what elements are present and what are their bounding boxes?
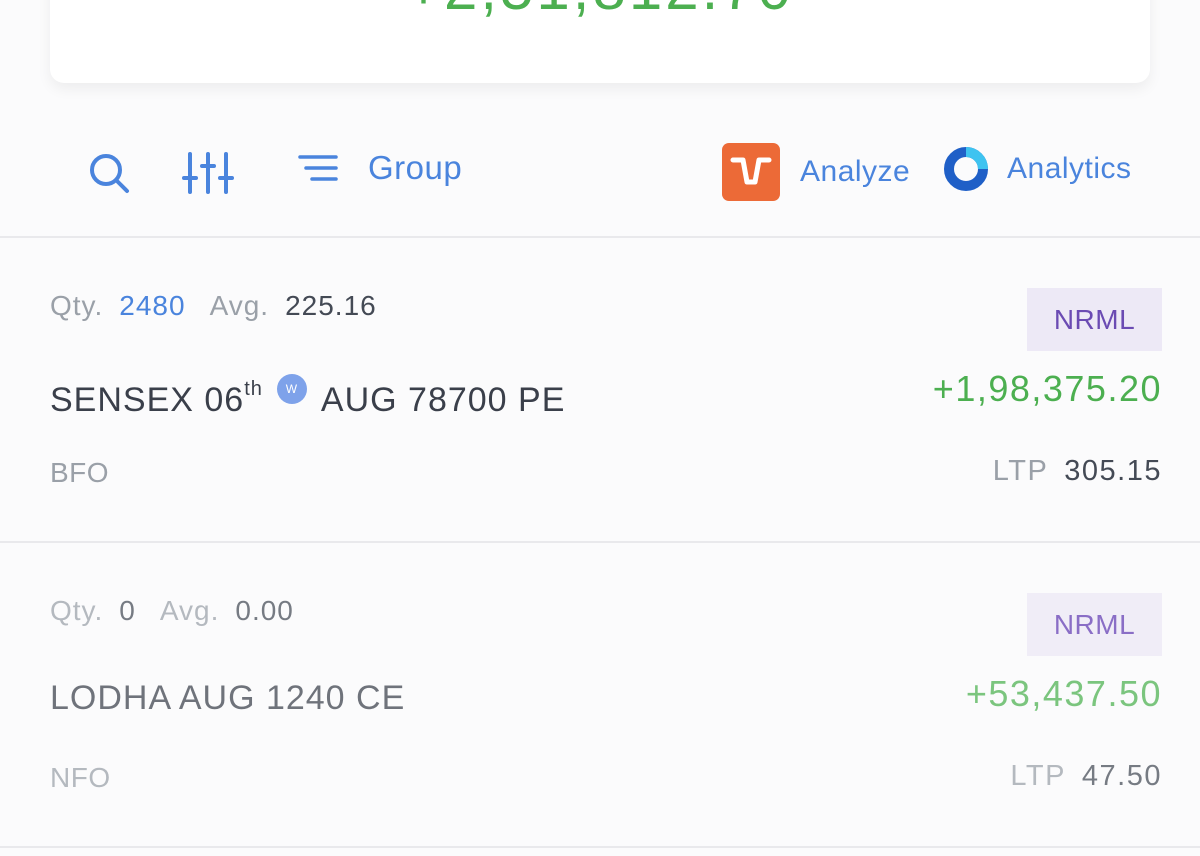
analytics-ring-icon [944, 147, 988, 191]
avg-label: Avg. [159, 595, 220, 626]
qty-value: 0 [119, 595, 136, 626]
group-label: Group [368, 149, 463, 186]
toolbar-divider [0, 236, 1200, 238]
ltp-label: LTP [1010, 760, 1066, 792]
position-row[interactable]: Qty. 0 Avg. 0.00 NRML LODHA AUG 1240 CE … [0, 545, 1200, 845]
instrument-prefix: SENSEX 06 [50, 381, 245, 419]
ltp-value: 47.50 [1081, 760, 1162, 792]
qty-label: Qty. [50, 595, 104, 626]
analytics-button[interactable]: Analytics [942, 145, 1132, 193]
search-button[interactable] [86, 150, 132, 196]
analyze-label: Analyze [800, 155, 911, 188]
analytics-label: Analytics [1007, 152, 1132, 185]
ltp-value: 305.15 [1064, 455, 1162, 487]
position-row[interactable]: Qty. 2480 Avg. 225.16 NRML SENSEX 06th W A… [0, 240, 1200, 540]
row-divider [0, 541, 1200, 543]
ltp-line: LTP 47.50 [1010, 760, 1162, 793]
positions-toolbar: Group Analyze Analytics [0, 140, 1200, 210]
avg-value: 225.16 [285, 290, 377, 321]
analyze-logo-icon [722, 143, 780, 201]
exchange-label: BFO [50, 457, 110, 488]
product-type-badge: NRML [1027, 288, 1162, 351]
weekly-expiry-badge: W [276, 374, 307, 404]
exchange-label: NFO [50, 762, 111, 793]
group-button[interactable]: Group [298, 149, 462, 187]
quantity-average-line: Qty. 0 Avg. 0.00 [50, 595, 294, 627]
row-divider [0, 846, 1200, 848]
product-type-badge: NRML [1027, 593, 1162, 656]
analyze-button[interactable]: Analyze [722, 143, 910, 201]
avg-value: 0.00 [235, 595, 294, 626]
instrument-name: SENSEX 06th W AUG 78700 PE [50, 374, 565, 420]
filter-button[interactable] [182, 148, 234, 198]
ltp-line: LTP 305.15 [993, 455, 1162, 488]
position-pnl: +53,437.50 [965, 673, 1162, 714]
group-lines-icon [298, 155, 338, 181]
pnl-summary-card: +2,51,812.70 [50, 0, 1150, 83]
position-pnl: +1,98,375.20 [932, 368, 1162, 409]
search-icon [90, 154, 129, 193]
quantity-average-line: Qty. 2480 Avg. 225.16 [50, 290, 377, 322]
qty-value: 2480 [119, 290, 186, 321]
total-pnl: +2,51,812.70 [50, 0, 1150, 23]
avg-label: Avg. [209, 290, 270, 321]
instrument-name: LODHA AUG 1240 CE [50, 679, 406, 717]
instrument-date-suffix: th [244, 378, 263, 400]
qty-label: Qty. [50, 290, 104, 321]
filter-sliders-icon [182, 152, 234, 194]
ltp-label: LTP [992, 455, 1049, 487]
positions-screen: +2,51,812.70 [0, 0, 1200, 856]
instrument-rest: AUG 78700 PE [320, 381, 566, 419]
